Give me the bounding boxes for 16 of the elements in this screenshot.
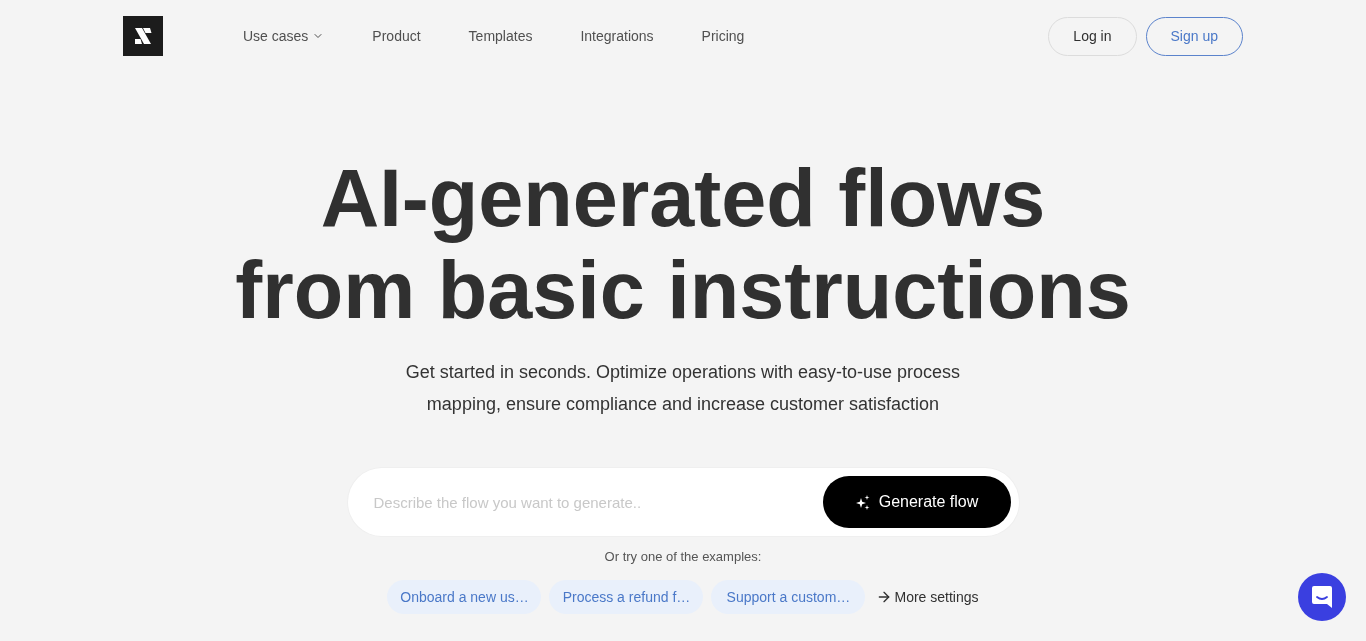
nav-link[interactable]: Product xyxy=(372,28,421,44)
nav-link[interactable]: Integrations xyxy=(580,28,654,44)
example-chip[interactable]: Onboard a new us… xyxy=(387,580,542,614)
hero-subtitle: Get started in seconds. Optimize operations with easy-to-use process mapping, ensure compliance and increase customer satisfaction xyxy=(404,361,962,416)
more-settings-link[interactable]: More settings xyxy=(876,589,979,605)
example-chip[interactable]: Process a refund f… xyxy=(549,580,704,614)
example-chip[interactable]: Support a custom… xyxy=(711,580,866,614)
nav-link[interactable]: Use cases xyxy=(243,28,325,44)
examples-label: Or try one of the examples: xyxy=(604,548,762,566)
hero-title: AI-generated flows from basic instructions xyxy=(234,152,1132,336)
generate-flow-button[interactable]: Generate flow xyxy=(822,476,1011,528)
chat-button[interactable] xyxy=(1298,573,1346,621)
nav-link[interactable]: Templates xyxy=(468,28,533,44)
nav-link[interactable]: Pricing xyxy=(701,28,745,44)
chat-bubble-icon xyxy=(1312,586,1332,608)
logo-icon xyxy=(123,16,163,56)
